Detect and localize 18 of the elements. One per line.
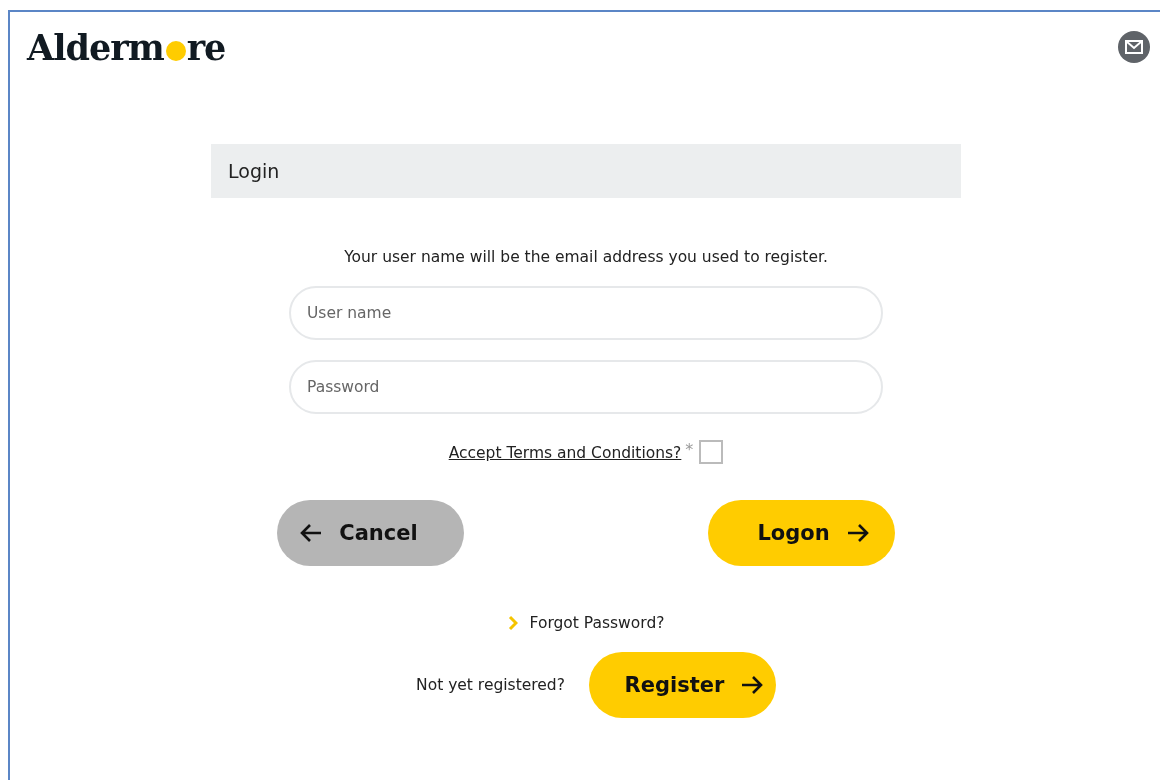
register-prompt: Not yet registered? — [416, 676, 565, 694]
arrow-right-icon — [740, 675, 765, 695]
password-field[interactable]: Password — [289, 360, 883, 414]
forgot-password-link[interactable]: Forgot Password? — [529, 614, 665, 632]
arrow-left-icon — [299, 523, 324, 543]
logon-button[interactable]: Logon — [708, 500, 895, 566]
username-field[interactable]: User name — [289, 286, 883, 340]
login-header: Login — [211, 144, 961, 198]
terms-checkbox[interactable] — [699, 440, 724, 464]
register-button[interactable]: Register — [588, 652, 776, 718]
terms-link[interactable]: Accept Terms and Conditions? — [448, 440, 682, 462]
cancel-button[interactable]: Cancel — [277, 500, 464, 566]
aldermore-logo: Alderm re — [27, 26, 226, 68]
chevron-icon — [507, 615, 518, 631]
mail-icon[interactable] — [1118, 31, 1150, 63]
arrow-right-icon — [845, 523, 870, 543]
required-mark: * — [685, 440, 694, 459]
instruction-text: Your user name will be the email address you used to register. — [344, 248, 828, 266]
